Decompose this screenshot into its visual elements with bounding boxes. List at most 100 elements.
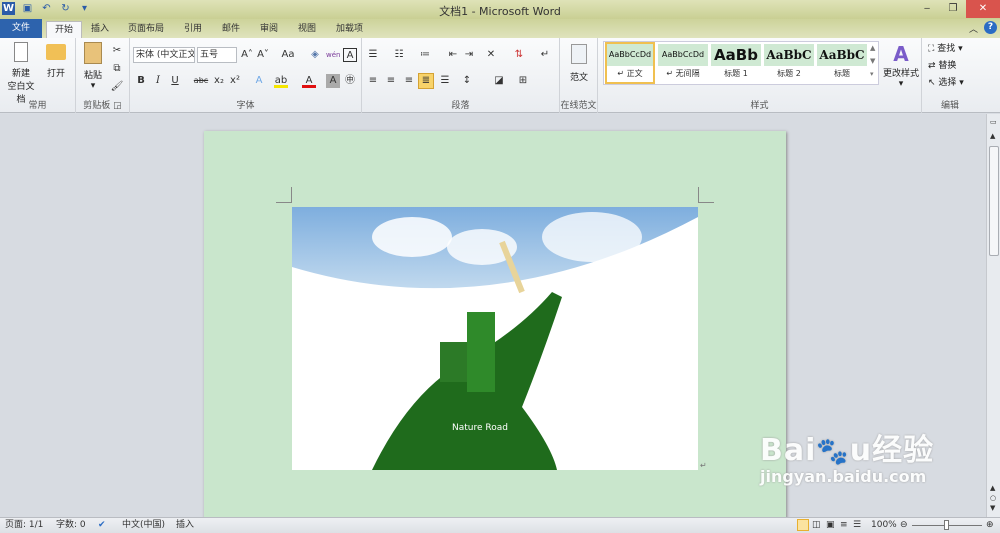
- superscript-button[interactable]: x²: [228, 74, 242, 88]
- nature-road-image[interactable]: Nature Road: [292, 207, 698, 470]
- enclose-char-icon[interactable]: ㊥: [343, 74, 357, 88]
- tab-view[interactable]: 视图: [290, 21, 324, 38]
- style-name: 标题 1: [724, 69, 748, 78]
- collapse-ribbon-icon[interactable]: ︿: [969, 22, 978, 35]
- zoom-level[interactable]: 100%: [871, 518, 897, 533]
- tab-references[interactable]: 引用: [176, 21, 210, 38]
- new-blank-doc-button[interactable]: 新建 空白文档: [4, 42, 38, 105]
- styles-scroll[interactable]: ▲ ▼ ▾: [870, 42, 879, 81]
- bullets-icon[interactable]: ☰: [366, 48, 380, 62]
- zoom-out-icon[interactable]: ⊖: [900, 518, 908, 533]
- clear-format-icon[interactable]: ◈: [308, 48, 322, 62]
- change-styles-button[interactable]: A 更改样式 ▾: [882, 42, 920, 89]
- binoculars-icon: ⛶: [928, 44, 935, 54]
- format-painter-icon[interactable]: 🖌: [110, 80, 124, 94]
- style-no-spacing[interactable]: AaBbCcDd ↵ 无间隔: [658, 44, 708, 82]
- shading-icon[interactable]: ◪: [492, 74, 506, 88]
- bold-button[interactable]: B: [134, 74, 148, 88]
- phonetic-guide-icon[interactable]: wén: [326, 48, 340, 62]
- cursor-icon: ↖: [928, 78, 936, 88]
- font-color-icon[interactable]: A: [302, 74, 316, 88]
- copy-icon[interactable]: ⧉: [110, 62, 124, 76]
- show-marks-icon[interactable]: ↵: [538, 48, 552, 62]
- char-shading-icon[interactable]: A: [326, 74, 340, 88]
- cut-icon[interactable]: ✂: [110, 44, 124, 58]
- tab-home[interactable]: 开始: [46, 21, 83, 38]
- char-border-icon[interactable]: A: [343, 48, 357, 62]
- document-page[interactable]: Nature Road ↵: [204, 131, 786, 521]
- ribbon: 新建 空白文档 打开 常用 粘贴 ▾ ✂ ⧉ 🖌 剪贴板 ◲ 宋体 (中文正文) …: [0, 38, 1000, 113]
- font-name-select[interactable]: 宋体 (中文正文): [133, 47, 195, 63]
- tab-insert[interactable]: 插入: [83, 21, 117, 38]
- align-left-icon[interactable]: ≡: [366, 74, 380, 88]
- distributed-icon[interactable]: ☰: [438, 74, 452, 88]
- underline-button[interactable]: U: [168, 74, 182, 88]
- paste-button[interactable]: 粘贴 ▾: [80, 42, 106, 91]
- label: 查找: [937, 44, 956, 54]
- style-normal[interactable]: AaBbCcDd ↵ 正文: [605, 42, 655, 84]
- close-button[interactable]: ✕: [966, 0, 1000, 18]
- vertical-scrollbar[interactable]: ▭ ▲ ▲ ○ ▼: [986, 114, 1000, 517]
- align-right-icon[interactable]: ≡: [402, 74, 416, 88]
- change-case-icon[interactable]: Aa: [278, 48, 298, 62]
- borders-icon[interactable]: ⊞: [516, 74, 530, 88]
- tab-review[interactable]: 审阅: [252, 21, 286, 38]
- group-label: 剪贴板 ◲: [83, 101, 122, 111]
- ruler-toggle-icon[interactable]: ▭: [990, 118, 997, 126]
- subscript-button[interactable]: x₂: [212, 74, 226, 88]
- web-layout-icon[interactable]: ▣: [826, 518, 835, 533]
- full-screen-reading-icon[interactable]: ◫: [812, 518, 821, 533]
- status-bar: 页面: 1/1 字数: 0 ✔ 中文(中国) 插入 ◫ ▣ ≡ ☰ 100% ⊖…: [0, 517, 1000, 533]
- word-count[interactable]: 字数: 0: [56, 518, 86, 533]
- grow-font-icon[interactable]: A˄: [240, 48, 254, 62]
- page-count[interactable]: 页面: 1/1: [5, 518, 43, 533]
- draft-icon[interactable]: ☰: [853, 518, 861, 533]
- zoom-in-icon[interactable]: ⊕: [986, 518, 994, 533]
- open-button[interactable]: 打开: [42, 42, 70, 79]
- style-heading-2[interactable]: AaBbC 标题 2: [764, 44, 814, 82]
- sort-icon[interactable]: ⇅: [512, 48, 526, 62]
- scroll-up-icon[interactable]: ▲: [990, 132, 995, 140]
- select-button[interactable]: ↖ 选择 ▾: [928, 75, 964, 88]
- strikethrough-button[interactable]: abc: [192, 74, 210, 88]
- style-heading-1[interactable]: AaBb 标题 1: [711, 44, 761, 82]
- decrease-indent-icon[interactable]: ⇤: [446, 48, 460, 62]
- replace-button[interactable]: ⇄ 替换: [928, 58, 956, 71]
- proofing-icon[interactable]: ✔: [98, 518, 106, 533]
- numbering-icon[interactable]: ☷: [392, 48, 406, 62]
- justify-icon[interactable]: ≣: [418, 73, 434, 89]
- style-title[interactable]: AaBbC 标题: [817, 44, 867, 82]
- line-spacing-icon[interactable]: ↕: [460, 74, 474, 88]
- find-button[interactable]: ⛶ 查找 ▾: [928, 41, 963, 54]
- outline-icon[interactable]: ≡: [840, 518, 848, 533]
- tab-page-layout[interactable]: 页面布局: [120, 21, 172, 38]
- tab-file[interactable]: 文件: [0, 19, 42, 38]
- highlight-icon[interactable]: ab: [274, 74, 288, 88]
- multilevel-list-icon[interactable]: ≔: [418, 48, 432, 62]
- language[interactable]: 中文(中国): [122, 518, 165, 533]
- tab-mailings[interactable]: 邮件: [214, 21, 248, 38]
- print-layout-icon[interactable]: [797, 519, 809, 531]
- group-label: 段落: [451, 101, 470, 111]
- style-name: ↵ 正文: [617, 69, 643, 78]
- font-size-select[interactable]: 五号: [197, 47, 237, 63]
- restore-button[interactable]: ❐: [940, 0, 966, 18]
- align-center-icon[interactable]: ≡: [384, 74, 398, 88]
- shrink-font-icon[interactable]: A˅: [256, 48, 270, 62]
- insert-mode[interactable]: 插入: [176, 518, 194, 533]
- text-effects-icon[interactable]: A: [252, 74, 266, 88]
- label: 选择: [938, 78, 957, 88]
- browse-object-icons[interactable]: ▲ ○ ▼: [990, 483, 996, 513]
- zoom-slider-thumb[interactable]: [944, 520, 949, 530]
- chinese-layout-icon[interactable]: ✕: [484, 48, 498, 62]
- minimize-button[interactable]: ‒: [914, 0, 940, 18]
- template-button[interactable]: 范文: [564, 44, 594, 83]
- group-editing: ⛶ 查找 ▾ ⇄ 替换 ↖ 选择 ▾ 编辑: [922, 38, 978, 113]
- label: 粘贴: [83, 71, 102, 81]
- increase-indent-icon[interactable]: ⇥: [462, 48, 476, 62]
- scroll-thumb[interactable]: [989, 146, 999, 256]
- tab-addins[interactable]: 加载项: [328, 21, 371, 38]
- italic-button[interactable]: I: [151, 74, 165, 88]
- help-icon[interactable]: ?: [984, 21, 997, 34]
- group-label: 字体: [236, 101, 255, 111]
